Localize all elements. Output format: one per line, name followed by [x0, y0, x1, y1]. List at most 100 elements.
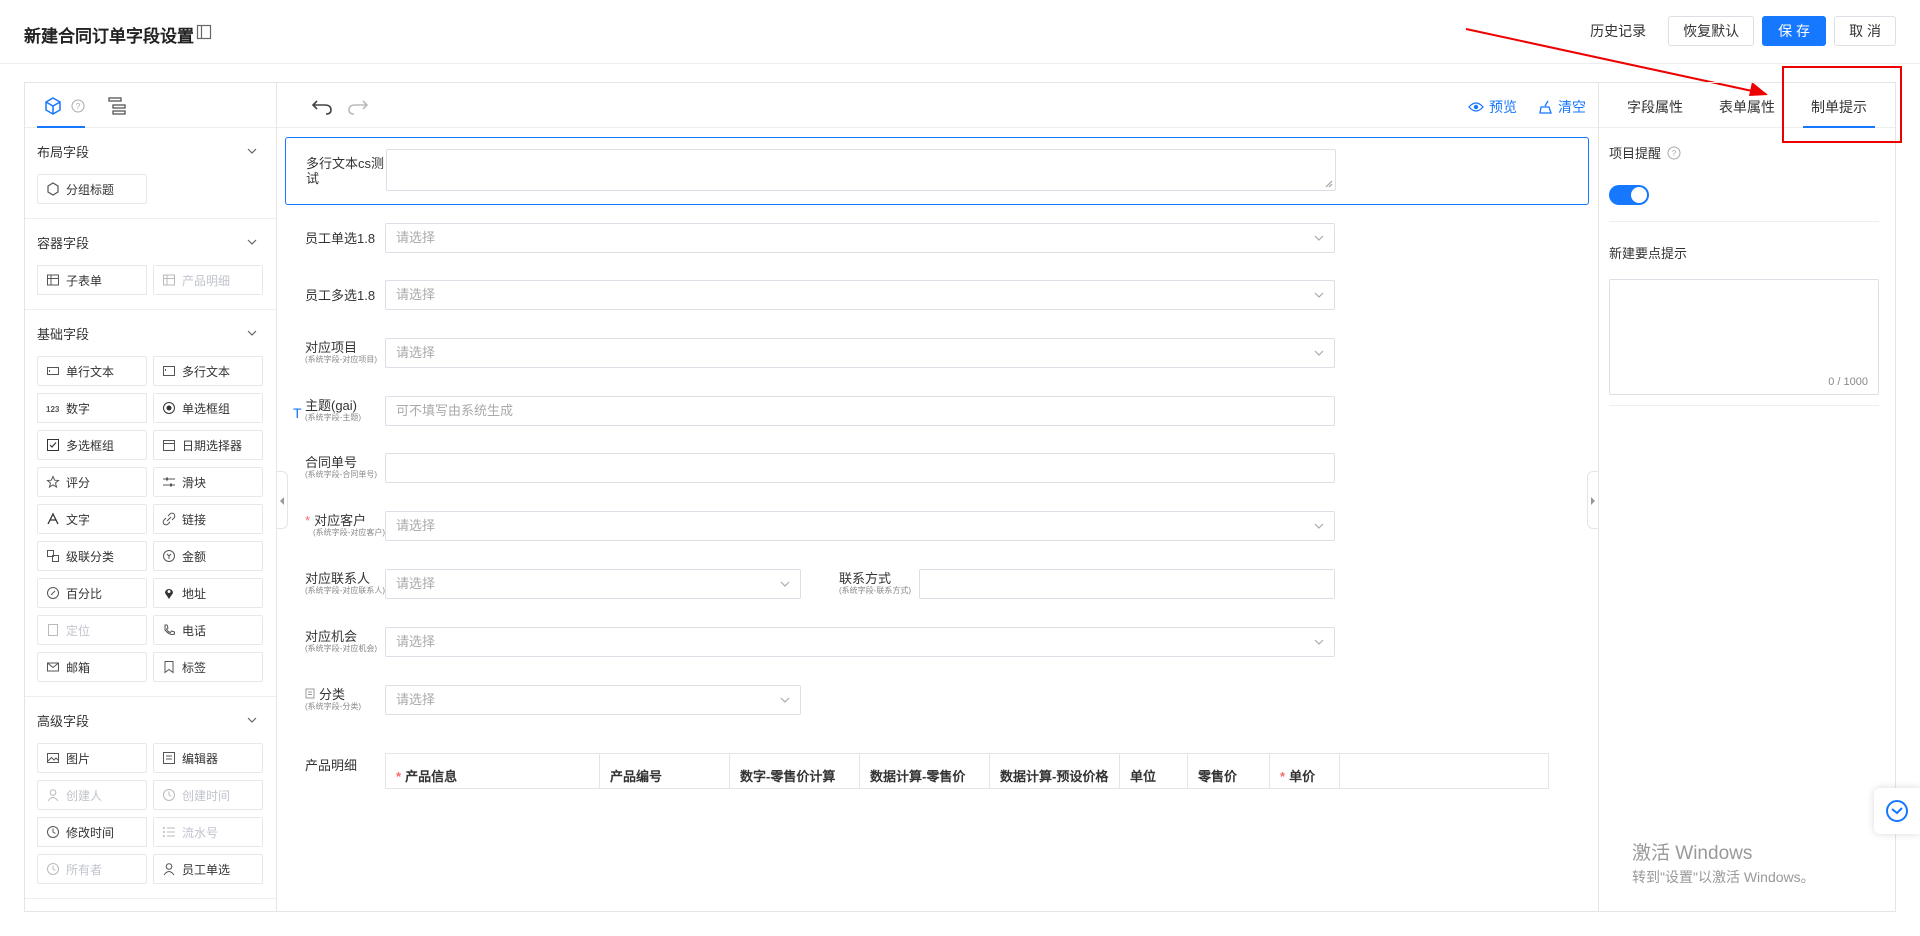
layout-icon[interactable] [196, 24, 212, 40]
multi-line-icon [163, 366, 175, 376]
palette-item-label: 评分 [66, 475, 91, 490]
phone-icon [164, 624, 175, 635]
palette-item-label: 级联分类 [66, 549, 115, 564]
emp-single-select[interactable]: 请选择 [385, 223, 1335, 253]
palette-item[interactable]: 多行文本 [153, 356, 263, 386]
percent-icon [47, 587, 59, 599]
palette-item-label: 子表单 [66, 273, 103, 288]
contract-no-input[interactable] [385, 453, 1335, 483]
outline-tree-icon[interactable] [107, 96, 127, 116]
tab-form-properties[interactable]: 表单属性 [1701, 83, 1793, 127]
palette-item[interactable]: 多选框组 [37, 430, 147, 460]
contact-select[interactable]: 请选择 [385, 569, 801, 599]
subject-row: 主题(gai) (系统字段-主题) 可不填写由系统生成 [285, 396, 1589, 426]
palette-item[interactable]: 评分 [37, 467, 147, 497]
palette-item[interactable]: 邮箱 [37, 652, 147, 682]
palette-item-label: 单行文本 [66, 364, 115, 379]
floating-assistant-button[interactable] [1874, 788, 1920, 834]
save-button[interactable]: 保 存 [1762, 16, 1827, 46]
field-label: 员工单选1.8 [305, 231, 376, 246]
palette-item[interactable]: 分组标题 [37, 174, 147, 204]
project-remind-toggle-wrap [1609, 185, 1879, 205]
table-header-cell: 单位 [1120, 754, 1188, 788]
help-icon[interactable]: ? [71, 99, 85, 113]
palette-item[interactable]: 级联分类 [37, 541, 147, 571]
opportunity-row: 对应机会 (系统字段-对应机会) 请选择 [285, 627, 1589, 657]
restore-default-button[interactable]: 恢复默认 [1668, 16, 1755, 46]
project-remind-toggle[interactable] [1609, 185, 1649, 205]
palette-item[interactable]: 链接 [153, 504, 263, 534]
text-icon [47, 512, 59, 525]
palette-item[interactable]: 单行文本 [37, 356, 147, 386]
chevron-down-icon [1314, 523, 1324, 529]
palette-item[interactable]: 滑块 [153, 467, 263, 497]
undo-icon[interactable] [311, 96, 333, 116]
subject-input[interactable]: 可不填写由系统生成 [385, 396, 1335, 426]
svg-text:?: ? [76, 102, 81, 111]
palette-item[interactable]: 日期选择器 [153, 430, 263, 460]
palette-group-header[interactable]: 基础字段 [25, 310, 276, 356]
multiline-textarea[interactable] [386, 149, 1336, 191]
chevron-down-icon [1314, 639, 1324, 645]
history-button[interactable]: 历史记录 [1576, 16, 1660, 46]
multiline-field-block[interactable]: 多行文本cs测试 [285, 137, 1589, 205]
field-label: 联系方式 (系统字段-联系方式) [839, 571, 911, 595]
opportunity-select[interactable]: 请选择 [385, 627, 1335, 657]
new-tip-textarea[interactable]: 0 / 1000 [1609, 279, 1879, 395]
table-icon [163, 274, 175, 286]
palette-item[interactable]: 电话 [153, 615, 263, 645]
mail-icon [47, 662, 59, 672]
palette-item[interactable]: 金额 [153, 541, 263, 571]
customer-select[interactable]: 请选择 [385, 511, 1335, 541]
palette-item[interactable]: 编辑器 [153, 743, 263, 773]
category-select[interactable]: 请选择 [385, 685, 801, 715]
new-tip-wrap: 0 / 1000 [1609, 279, 1879, 395]
emp-multi-select[interactable]: 请选择 [385, 280, 1335, 310]
palette-item-label: 定位 [66, 623, 91, 638]
cube-icon[interactable] [43, 96, 63, 116]
tab-field-properties[interactable]: 字段属性 [1609, 83, 1701, 127]
palette-item[interactable]: 修改时间 [37, 817, 147, 847]
palette-item-label: 单选框组 [182, 401, 231, 416]
palette-item[interactable]: 子表单 [37, 265, 147, 295]
table-header-cell: 产品编号 [600, 754, 730, 788]
table-header-label: 数字-零售价计算 [740, 769, 836, 784]
left-collapse-handle[interactable] [276, 471, 288, 529]
palette-item[interactable]: 图片 [37, 743, 147, 773]
palette-group-header[interactable]: 容器字段 [25, 219, 276, 265]
properties-panel: 字段属性 表单属性 制单提示 项目提醒 ? 新建要点提示 0 / 1000 [1598, 83, 1895, 911]
palette-item[interactable]: 123 数字 [37, 393, 147, 423]
palette-group-header[interactable]: 高级字段 [25, 697, 276, 743]
palette-group-header[interactable]: 布局字段 [25, 128, 276, 174]
palette-item-label: 百分比 [66, 586, 103, 601]
palette-item[interactable]: 标签 [153, 652, 263, 682]
palette-item[interactable]: 单选框组 [153, 393, 263, 423]
palette-item-label: 编辑器 [182, 751, 219, 766]
palette-item[interactable]: 文字 [37, 504, 147, 534]
palette-item: 定位 [37, 615, 147, 645]
cancel-button[interactable]: 取 消 [1834, 16, 1896, 46]
palette-item[interactable]: 员工单选 [153, 854, 263, 884]
help-icon[interactable]: ? [1667, 146, 1681, 160]
clear-button[interactable]: 清空 [1539, 97, 1586, 117]
annotation-highlight-box [1782, 66, 1902, 143]
project-select[interactable]: 请选择 [385, 338, 1335, 368]
chevron-down-icon [247, 717, 257, 723]
star-icon [46, 475, 60, 489]
palette-item[interactable]: 百分比 [37, 578, 147, 608]
designer-frame: ? 布局字段 分组标题 容器字段 子表单 产品明细 基础字段 单行文本 多行文本 123 数字 单选… [24, 82, 1896, 912]
chevron-down-icon [1314, 350, 1324, 356]
caret-right-icon [1591, 497, 1595, 505]
preview-button[interactable]: 预览 [1468, 97, 1517, 117]
field-label: 员工多选1.8 [305, 288, 376, 303]
palette-item: 创建人 [37, 780, 147, 810]
contact-way-input[interactable] [919, 569, 1335, 599]
radio-icon [163, 402, 175, 414]
user-icon [163, 863, 175, 876]
refresh-icon [1886, 800, 1908, 822]
table-header-cell: * 产品信息 [386, 754, 600, 788]
palette-item[interactable]: 地址 [153, 578, 263, 608]
table-header-cell: 零售价 [1188, 754, 1270, 788]
table-header-label: 数据计算-零售价 [870, 769, 966, 784]
redo-icon[interactable] [347, 96, 369, 116]
